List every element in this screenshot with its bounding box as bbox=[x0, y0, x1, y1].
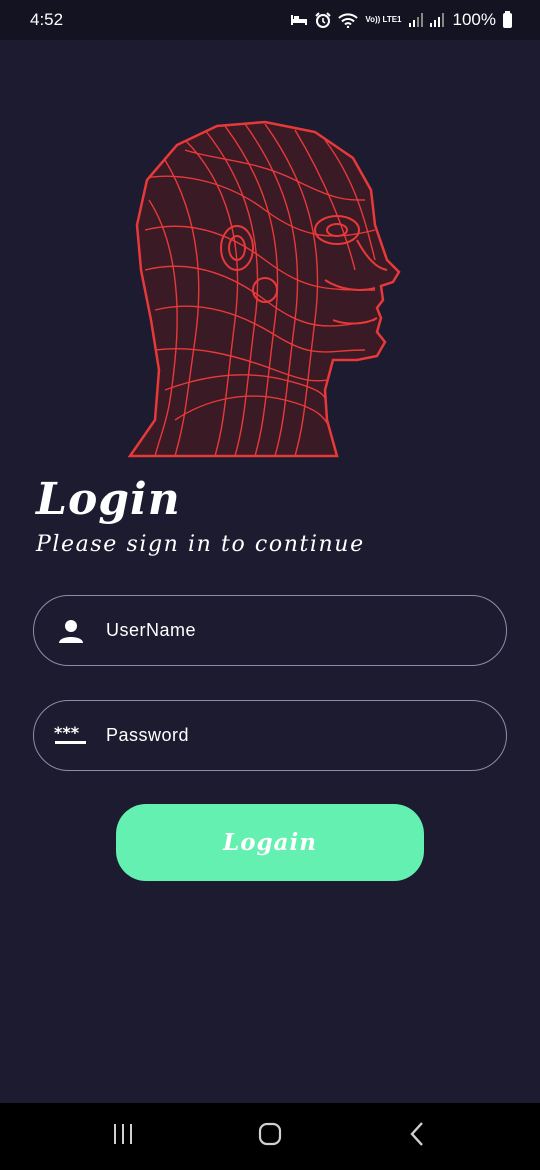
login-button[interactable]: Logain bbox=[116, 804, 424, 881]
svg-text:***: *** bbox=[54, 726, 80, 742]
system-nav-bar bbox=[0, 1103, 540, 1170]
username-field[interactable]: UserName bbox=[33, 595, 507, 666]
recents-button[interactable] bbox=[93, 1117, 153, 1157]
recents-icon bbox=[111, 1123, 135, 1150]
signal-icon-2 bbox=[429, 13, 444, 27]
username-placeholder: UserName bbox=[106, 620, 197, 640]
battery-icon bbox=[503, 10, 512, 28]
volte-label: Vo)) LTE1 bbox=[365, 15, 402, 24]
battery-percent: 100% bbox=[452, 10, 496, 29]
status-icons: Vo)) LTE1 100% bbox=[290, 10, 512, 30]
sleep-mode-icon bbox=[290, 13, 308, 27]
login-button-label: Logain bbox=[223, 829, 317, 856]
status-bar: 4:52 Vo)) LTE1 100% bbox=[0, 0, 540, 40]
home-icon bbox=[257, 1121, 283, 1152]
person-icon bbox=[34, 618, 104, 644]
wifi-icon bbox=[338, 12, 359, 28]
password-field[interactable]: *** Password bbox=[33, 700, 507, 771]
signal-icon bbox=[408, 13, 423, 27]
password-placeholder: Password bbox=[106, 725, 190, 745]
home-button[interactable] bbox=[240, 1117, 300, 1157]
back-icon bbox=[408, 1121, 426, 1152]
anatomy-head-illustration bbox=[125, 120, 405, 458]
status-time: 4:52 bbox=[30, 10, 64, 29]
alarm-icon bbox=[315, 12, 332, 28]
password-icon: *** bbox=[34, 726, 104, 746]
page-subtitle: Please sign in to continue bbox=[36, 532, 365, 557]
back-button[interactable] bbox=[387, 1117, 447, 1157]
page-title: Login bbox=[36, 474, 181, 525]
